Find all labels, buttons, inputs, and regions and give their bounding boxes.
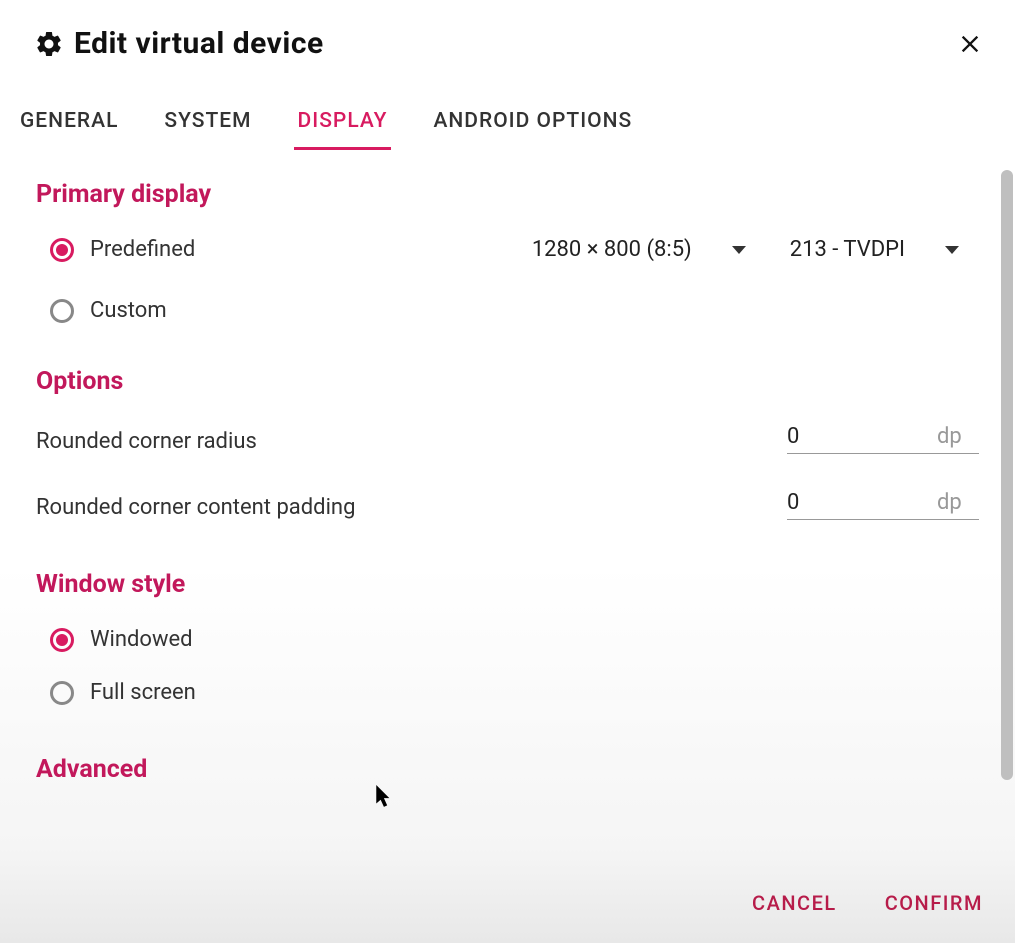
primary-display-heading: Primary display (36, 180, 979, 209)
confirm-button[interactable]: CONFIRM (881, 883, 987, 923)
corner-radius-input[interactable] (787, 424, 937, 449)
radio-custom[interactable]: Custom (50, 298, 250, 323)
radio-label: Windowed (90, 627, 193, 652)
cancel-button[interactable]: CANCEL (748, 883, 841, 923)
window-style-heading: Window style (36, 570, 979, 599)
gear-icon (34, 29, 64, 59)
close-button[interactable] (955, 29, 985, 59)
scrollbar[interactable] (1001, 170, 1013, 790)
options-heading: Options (36, 367, 979, 396)
unit-label: dp (937, 490, 962, 515)
dialog-header: Edit virtual device (0, 0, 1015, 61)
tab-general[interactable]: GENERAL (16, 109, 122, 150)
tab-android-options[interactable]: ANDROID OPTIONS (429, 109, 636, 150)
chevron-down-icon (945, 246, 959, 254)
content-scroll-area: Primary display Predefined 1280 × 800 (8… (0, 150, 1015, 863)
content-padding-label: Rounded corner content padding (36, 495, 355, 520)
dpi-value: 213 - TVDPI (790, 237, 905, 262)
tab-system[interactable]: SYSTEM (160, 109, 255, 150)
corner-radius-field[interactable]: dp (787, 424, 979, 454)
tab-bar: GENERAL SYSTEM DISPLAY ANDROID OPTIONS (0, 61, 1015, 150)
content-padding-field[interactable]: dp (787, 490, 979, 520)
tab-display[interactable]: DISPLAY (294, 109, 392, 150)
content-padding-input[interactable] (787, 490, 937, 515)
radio-label: Predefined (90, 237, 195, 262)
dialog-footer: CANCEL CONFIRM (748, 883, 987, 923)
resolution-dropdown[interactable]: 1280 × 800 (8:5) (532, 237, 746, 262)
radio-predefined[interactable]: Predefined (50, 237, 250, 262)
radio-icon (50, 628, 74, 652)
chevron-down-icon (732, 246, 746, 254)
unit-label: dp (937, 424, 962, 449)
radio-label: Custom (90, 298, 167, 323)
radio-icon (50, 238, 74, 262)
radio-icon (50, 681, 74, 705)
corner-radius-label: Rounded corner radius (36, 429, 257, 454)
radio-label: Full screen (90, 680, 196, 705)
title-group: Edit virtual device (34, 26, 324, 61)
radio-icon (50, 299, 74, 323)
dpi-dropdown[interactable]: 213 - TVDPI (790, 237, 959, 262)
close-icon (959, 33, 981, 55)
dialog-title: Edit virtual device (74, 26, 324, 61)
radio-fullscreen[interactable]: Full screen (50, 680, 250, 705)
radio-windowed[interactable]: Windowed (50, 627, 250, 652)
resolution-value: 1280 × 800 (8:5) (532, 237, 692, 262)
scrollbar-thumb[interactable] (1001, 170, 1013, 780)
advanced-heading: Advanced (36, 755, 979, 784)
